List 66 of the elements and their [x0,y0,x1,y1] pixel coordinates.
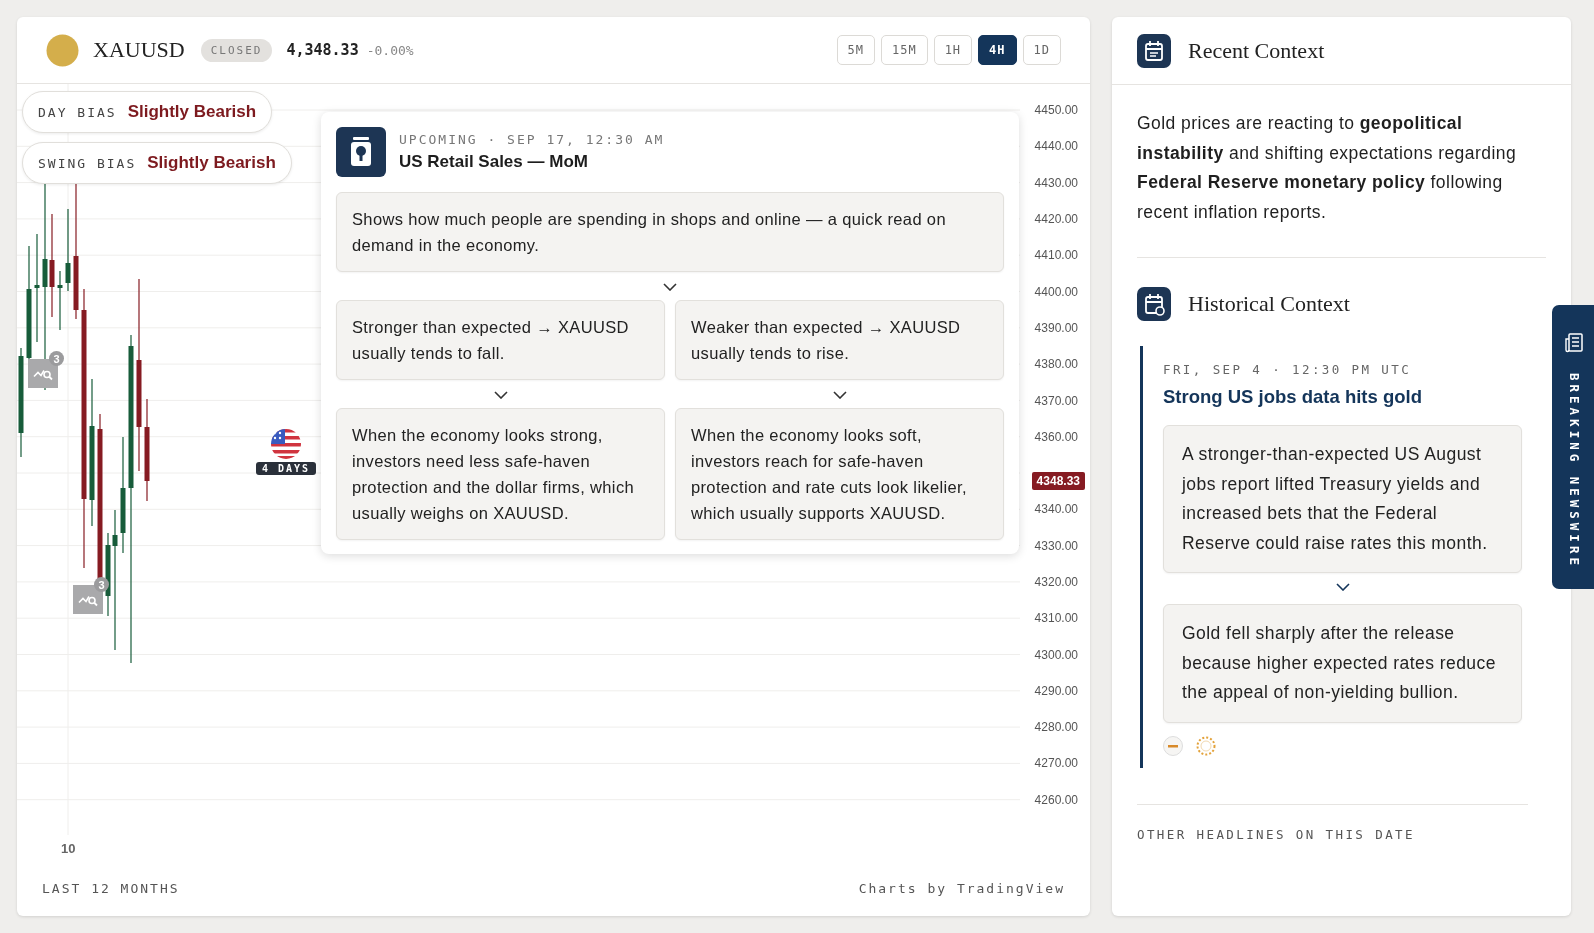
price-label: 4360.00 [1034,429,1078,444]
price-label: 4340.00 [1034,502,1078,517]
price-label: 4270.00 [1034,756,1078,771]
effect-card: Gold fell sharply after the release because higher expected rates reduce the appeal of non-yielding bullion. [1163,604,1522,723]
time-label: 10 [61,840,76,856]
scenario-card: Stronger than expected → XAUUSD usually tends to fall. [336,300,665,380]
bias-label: DAY BIAS [38,104,117,120]
chevron-down-icon [493,391,508,399]
price-label: 4310.00 [1034,611,1078,626]
calendar-icon [1137,287,1171,321]
price-label: 4380.00 [1034,357,1078,372]
explanation-card: When the economy looks soft, investors reach for safe-haven protection and rate cuts look likelier, which usually supports XAUUSD. [675,408,1004,540]
event-date: FRI, SEP 4 · 12:30 PM UTC [1163,362,1413,377]
price-label: 4410.00 [1034,248,1078,263]
timeframe-tab[interactable]: 15M [880,35,928,65]
newspaper-icon [1565,333,1583,353]
timeframe-tab[interactable]: 1H [933,35,973,65]
chart-credit: Charts by TradingView [858,880,1065,896]
price-label: 4290.00 [1034,683,1078,698]
price-label: 4260.00 [1034,792,1078,807]
price-label: 4430.00 [1034,175,1078,190]
price-label: 4440.00 [1034,139,1078,154]
event-title: US Retail Sales — MoM [399,152,589,172]
price-label: 4420.00 [1034,212,1078,227]
scenario-card: Weaker than expected → XAUUSD usually tends to rise. [675,300,1004,380]
newswire-tab[interactable]: BREAKING NEWSWIRE [1552,305,1594,589]
chevron-down-icon [663,283,677,291]
range-label: LAST 12 MONTHS [42,880,180,896]
context-paragraph: Gold prices are reacting to geopolitical instability and shifting expectations regarding Federal Reserve monetary policy following recent inflation reports. [1136,112,1518,224]
status-badge: CLOSED [200,38,273,62]
bias-value: Slightly Bearish [127,102,257,122]
price-label: 4400.00 [1034,284,1078,299]
price-label: 4390.00 [1034,320,1078,335]
flag-icon[interactable] [270,428,303,460]
chevron-down-icon [832,391,847,399]
other-headlines-label: OTHER HEADLINES ON THIS DATE [1136,825,1416,842]
count-badge: 3 [49,351,64,366]
chevron-down-icon [1335,583,1350,591]
price-value: 4,348.33 [286,41,359,59]
price-label: 4450.00 [1034,103,1078,118]
calendar-icon [1137,33,1171,68]
timeframe-tab[interactable]: 4H [978,35,1017,65]
candlestick [57,270,63,331]
current-price-tag: 4348.33 [1031,472,1085,491]
event-time: UPCOMING · SEP 17, 12:30 AM [399,132,665,147]
symbol-name: XAUUSD [93,37,185,63]
price-label: 4370.00 [1034,393,1078,408]
timeframe-tab[interactable]: 5M [836,35,875,65]
bias-value: Slightly Bearish [147,153,276,173]
coin-icon [46,33,79,67]
section-title: Recent Context [1188,37,1325,64]
event-headline: Strong US jobs data hits gold [1163,386,1423,408]
source-icon[interactable] [1196,735,1216,756]
countdown-badge: 4 DAYS [256,462,317,475]
bias-label: SWING BIAS [38,155,137,171]
price-change: -0.00% [366,42,414,58]
timeframe-tab[interactable]: 1D [1022,35,1061,65]
price-label: 4300.00 [1034,647,1078,662]
cause-card: A stronger-than-expected US August jobs report lifted Treasury yields and increased bets that the Federal Reserve could raise rates this month. [1163,425,1522,573]
price-label: 4330.00 [1034,538,1078,553]
explanation-card: When the economy looks strong, investors need less safe-haven protection and the dollar firms, which usually weighs on XAUUSD. [336,408,665,540]
section-title: Historical Context [1188,291,1350,317]
summary-card: Shows how much people are spending in shops and online — a quick read on demand in the economy. [336,192,1004,272]
price-label: 4320.00 [1034,575,1078,589]
price-label: 4280.00 [1034,720,1078,735]
source-icon[interactable] [1163,735,1183,756]
